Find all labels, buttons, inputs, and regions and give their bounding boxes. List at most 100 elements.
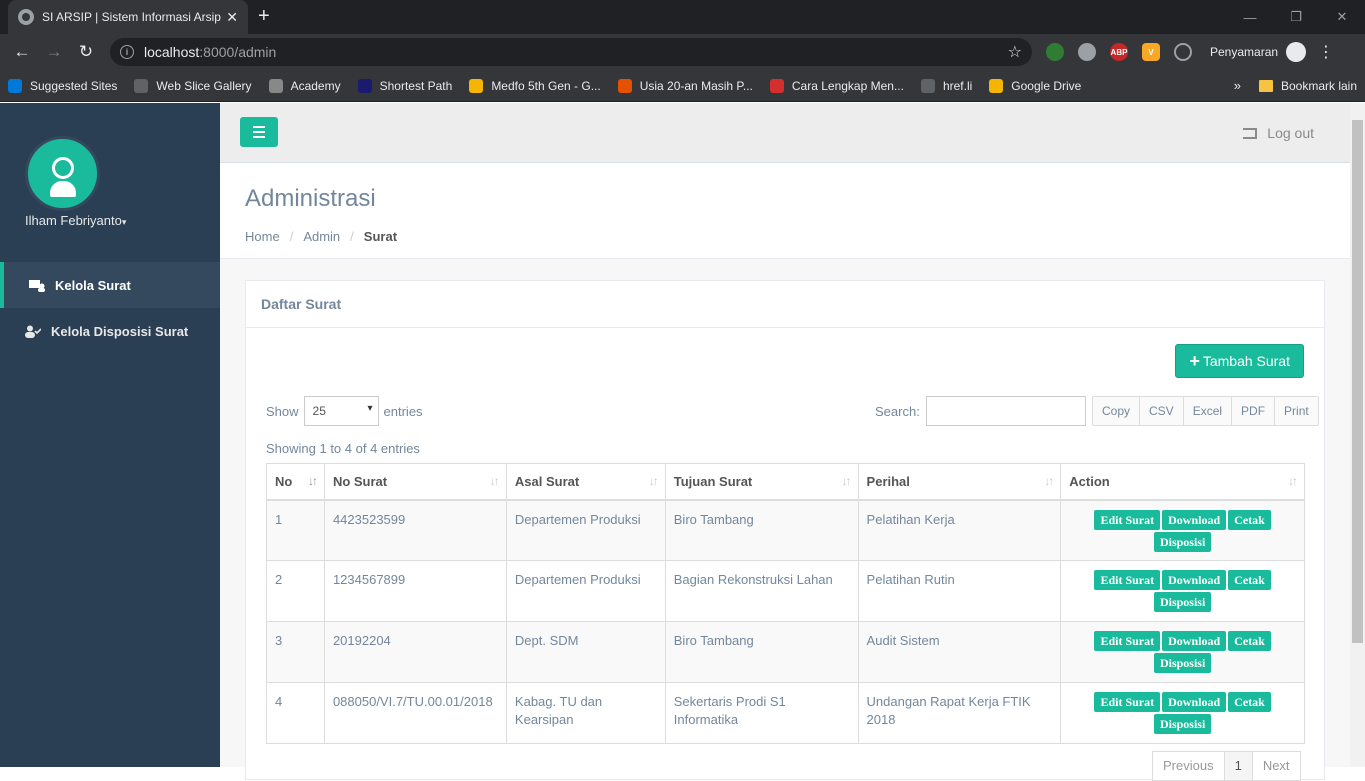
column-header-label: No (275, 473, 293, 489)
previous-page-button[interactable]: Previous (1152, 751, 1225, 781)
restore-icon[interactable]: ❐ (1273, 0, 1319, 34)
bookmark-item[interactable]: href.li (920, 78, 972, 93)
new-tab-button[interactable]: + (258, 5, 270, 28)
pdf-button[interactable]: PDF (1232, 396, 1276, 426)
academy-icon (268, 78, 283, 93)
add-surat-button[interactable]: + Tambah Surat (1175, 344, 1304, 378)
site-info-icon[interactable]: i (120, 45, 134, 59)
breadcrumb-current: Surat (363, 229, 398, 244)
disposisi-button[interactable]: Disposisi (1153, 714, 1212, 734)
page-1-button[interactable]: 1 (1223, 751, 1253, 781)
incognito-icon (1286, 42, 1307, 62)
export-buttons: Copy CSV Excel PDF Print (1092, 396, 1319, 426)
cetak-button[interactable]: Cetak (1228, 570, 1271, 590)
side-menu: Kelola Surat Kelola Disposisi Surat (0, 262, 220, 354)
browser-tab[interactable]: SI ARSIP | Sistem Informasi Arsip ✕ (8, 0, 248, 34)
forward-arrow-icon[interactable]: → (40, 38, 68, 66)
disposisi-button[interactable]: Disposisi (1153, 653, 1212, 673)
sidebar-item-kelola-surat[interactable]: Kelola Surat (0, 262, 220, 308)
user-body-icon (49, 181, 76, 197)
download-button[interactable]: Download (1162, 692, 1227, 712)
edit-surat-button[interactable]: Edit Surat (1094, 509, 1161, 530)
edit-surat-button[interactable]: Edit Surat (1094, 631, 1161, 651)
bookmark-star-icon[interactable]: ☆ (1008, 42, 1022, 62)
column-header[interactable]: Action ↓↑ (1060, 463, 1305, 501)
disposisi-button[interactable]: Disposisi (1153, 592, 1212, 612)
cell-perihal: Undangan Rapat Kerja FTIK 2018 (857, 682, 1062, 744)
close-window-icon[interactable]: ✕ (1319, 0, 1365, 34)
column-header-label: Asal Surat (514, 473, 580, 489)
bookmark-item[interactable]: Cara Lengkap Men... (769, 78, 904, 93)
cetak-button[interactable]: Cetak (1228, 692, 1271, 712)
search-label: Search: (875, 403, 920, 419)
csv-button[interactable]: CSV (1140, 396, 1184, 426)
download-button[interactable]: Download (1162, 631, 1227, 651)
edit-surat-button[interactable]: Edit Surat (1094, 692, 1161, 712)
other-bookmarks-folder[interactable]: Bookmark lain (1281, 79, 1357, 93)
cell-no: 4 (266, 682, 325, 744)
bookmark-label: Shortest Path (379, 78, 453, 93)
user-dropdown[interactable]: Ilham Febriyanto▾ (25, 213, 126, 228)
top-nav: Log out (220, 103, 1350, 163)
browser-menu-icon[interactable]: ⋮ (1318, 42, 1334, 62)
address-bar[interactable]: i localhost:8000/admin ☆ (110, 38, 1032, 66)
bookmark-item[interactable]: Web Slice Gallery (134, 78, 252, 93)
entries-select[interactable]: 25 (303, 396, 379, 426)
reload-icon[interactable]: ↻ (72, 38, 100, 66)
incognito-profile[interactable]: Penyamaran (1210, 42, 1307, 62)
excel-button[interactable]: Excel (1183, 396, 1233, 426)
print-button[interactable]: Print (1275, 396, 1319, 426)
extension-globe-icon[interactable] (1078, 43, 1096, 61)
profile-label: Penyamaran (1210, 45, 1279, 59)
bookmark-item[interactable]: Usia 20-an Masih P... (617, 78, 753, 93)
bookmark-item[interactable]: Google Drive (989, 78, 1082, 93)
app: Ilham Febriyanto▾ Kelola Surat Kelola Di… (0, 103, 1365, 781)
disposisi-button[interactable]: Disposisi (1153, 531, 1212, 552)
show-label: Show (266, 403, 299, 419)
extension-loading-icon[interactable] (1174, 43, 1192, 61)
column-header[interactable]: Perihal ↓↑ (857, 463, 1062, 501)
bookmark-item[interactable]: Medfo 5th Gen - G... (469, 78, 601, 93)
cetak-button[interactable]: Cetak (1228, 631, 1271, 651)
extension-v-icon[interactable]: V (1142, 43, 1160, 61)
cell-action: Edit Surat Download Cetak Disposisi (1060, 560, 1305, 622)
bookmark-item[interactable]: Suggested Sites (8, 78, 117, 93)
bookmark-label: Google Drive (1011, 78, 1082, 93)
copy-button[interactable]: Copy (1092, 396, 1141, 426)
page-scrollbar[interactable] (1350, 103, 1365, 767)
column-header[interactable]: Asal Surat ↓↑ (505, 463, 666, 501)
column-header[interactable]: Tujuan Surat ↓↑ (664, 463, 859, 501)
table-header-row: No ↓↑ No Surat ↓↑ Asal Surat ↓↑ Tujuan Surat ↓↑… (266, 463, 1305, 501)
next-page-button[interactable]: Next (1251, 751, 1301, 781)
logout-link[interactable]: Log out (1243, 125, 1314, 141)
bookmark-item[interactable]: Academy (268, 78, 341, 93)
cetak-button[interactable]: Cetak (1228, 509, 1271, 530)
minimize-icon[interactable]: — (1227, 0, 1273, 34)
bookmark-item[interactable]: Shortest Path (357, 78, 453, 93)
cell-tujuan: Biro Tambang (664, 621, 859, 683)
scrollbar-thumb[interactable] (1352, 120, 1363, 643)
column-header[interactable]: No Surat ↓↑ (323, 463, 507, 501)
s-logo-icon (357, 78, 372, 93)
edit-surat-button[interactable]: Edit Surat (1094, 570, 1161, 590)
sidebar-item-kelola-disposisi[interactable]: Kelola Disposisi Surat (0, 308, 220, 354)
download-button[interactable]: Download (1162, 570, 1227, 590)
cell-action: Edit Surat Download Cetak Disposisi (1060, 621, 1305, 683)
column-header-label: Perihal (866, 473, 910, 489)
extension-photo-icon[interactable] (1046, 43, 1064, 61)
back-arrow-icon[interactable]: ← (8, 38, 36, 66)
cell-action: Edit Surat Download Cetak Disposisi (1060, 682, 1305, 744)
download-button[interactable]: Download (1162, 509, 1227, 530)
cell-asal: Departemen Produksi (505, 560, 666, 622)
column-header-label: No Surat (332, 473, 388, 489)
column-header-label: Action (1069, 473, 1110, 489)
tab-close-icon[interactable]: ✕ (226, 9, 238, 26)
search-input[interactable] (925, 396, 1086, 426)
menu-toggle-button[interactable] (240, 117, 278, 147)
more-bookmarks-button[interactable]: » (1234, 78, 1241, 93)
adblock-icon[interactable]: ABP (1110, 43, 1128, 61)
column-header[interactable]: No ↓↑ (266, 463, 325, 501)
breadcrumb-home[interactable]: Home (245, 229, 280, 244)
breadcrumb-admin[interactable]: Admin (303, 229, 340, 244)
table-info: Showing 1 to 4 of 4 entries (266, 441, 420, 456)
